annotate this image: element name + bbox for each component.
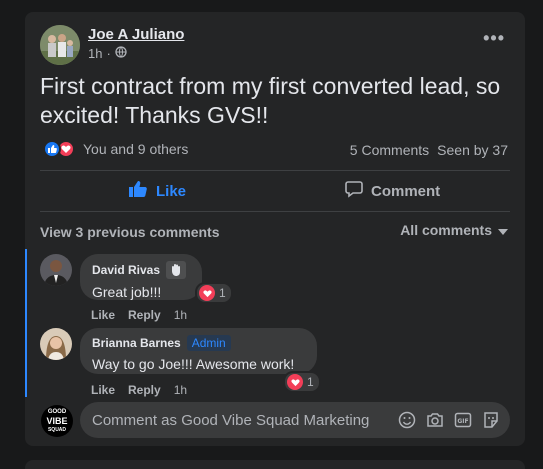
comment-input[interactable] [92, 411, 392, 429]
commenter-avatar[interactable] [40, 254, 72, 286]
comment-filter-dropdown[interactable]: All comments [400, 222, 508, 238]
sticker-icon[interactable] [482, 411, 500, 434]
privacy-globe-icon [115, 46, 127, 61]
admin-badge: Admin [186, 335, 231, 351]
divider [40, 170, 510, 171]
reaction-count: 1 [307, 375, 314, 389]
caret-down-icon [498, 222, 508, 238]
more-options-icon[interactable]: ••• [483, 28, 505, 49]
comment-bubble: David Rivas Great job!!! [80, 254, 202, 300]
avatar-text-vibe: VIBE [46, 416, 68, 426]
comment-label: Comment [371, 182, 441, 200]
commenter-name[interactable]: David Rivas [92, 263, 160, 277]
speech-bubble-icon [345, 180, 363, 202]
divider [40, 211, 510, 212]
comments-count-link[interactable]: 5 Comments [350, 142, 429, 158]
reaction-count: 1 [219, 286, 226, 300]
author-avatar[interactable] [40, 25, 80, 65]
comment-composer: GIF [80, 402, 510, 438]
comment-reply-link[interactable]: Reply [128, 383, 161, 397]
emoji-icon[interactable] [398, 411, 416, 434]
comment-reaction-count[interactable]: 1 [195, 282, 233, 304]
avatar-text-squad: SQUAD [47, 427, 67, 433]
view-previous-comments-link[interactable]: View 3 previous comments [40, 224, 219, 240]
reactions-text: You and 9 others [83, 141, 189, 157]
gif-icon[interactable]: GIF [454, 411, 472, 434]
comment-reaction-count[interactable]: 1 [283, 371, 321, 393]
love-reaction-icon [199, 285, 215, 301]
camera-icon[interactable] [426, 411, 444, 434]
comment-filter-label: All comments [400, 222, 492, 238]
seen-by-link[interactable]: Seen by 37 [437, 142, 508, 158]
comment-bubble: Brianna Barnes Admin Way to go Joe!!! Aw… [80, 328, 317, 374]
post-time[interactable]: 1h [88, 46, 102, 61]
comment-time[interactable]: 1h [174, 308, 187, 322]
avatar-text-good: GOOD [47, 409, 67, 415]
comment-reply-link[interactable]: Reply [128, 308, 161, 322]
composer-icons: GIF [398, 411, 500, 434]
comment-like-link[interactable]: Like [91, 308, 115, 322]
composer-avatar[interactable]: GOOD VIBE SQUAD [41, 405, 73, 437]
comment-text: Way to go Joe!!! Awesome work! [92, 356, 295, 372]
svg-text:GIF: GIF [457, 418, 468, 425]
comment-button[interactable]: Comment [345, 180, 440, 202]
waving-hand-icon [166, 261, 187, 279]
commenter-name[interactable]: Brianna Barnes [92, 336, 181, 350]
commenter-avatar[interactable] [40, 328, 72, 360]
reactions-summary[interactable]: You and 9 others [43, 140, 188, 158]
comment-actions: Like Reply 1h [91, 383, 187, 397]
like-reaction-icon [43, 140, 61, 158]
like-button[interactable]: Like [128, 180, 186, 202]
next-post-card [25, 460, 525, 469]
post-stats: 5 Comments Seen by 37 [350, 142, 508, 158]
comment-text: Great job!!! [92, 284, 162, 300]
comment-like-link[interactable]: Like [91, 383, 115, 397]
comment-thread-line [25, 249, 27, 397]
post-text: First contract from my first converted l… [40, 73, 501, 128]
comment-time[interactable]: 1h [174, 383, 187, 397]
post-author-name[interactable]: Joe A Juliano [88, 26, 184, 43]
comment-actions: Like Reply 1h [91, 308, 187, 322]
like-label: Like [156, 182, 187, 200]
post-card: Joe A Juliano 1h · ••• First contract fr… [25, 12, 525, 446]
thumbs-up-icon [128, 180, 148, 202]
love-reaction-icon [287, 374, 303, 390]
post-meta: 1h · [88, 46, 127, 61]
